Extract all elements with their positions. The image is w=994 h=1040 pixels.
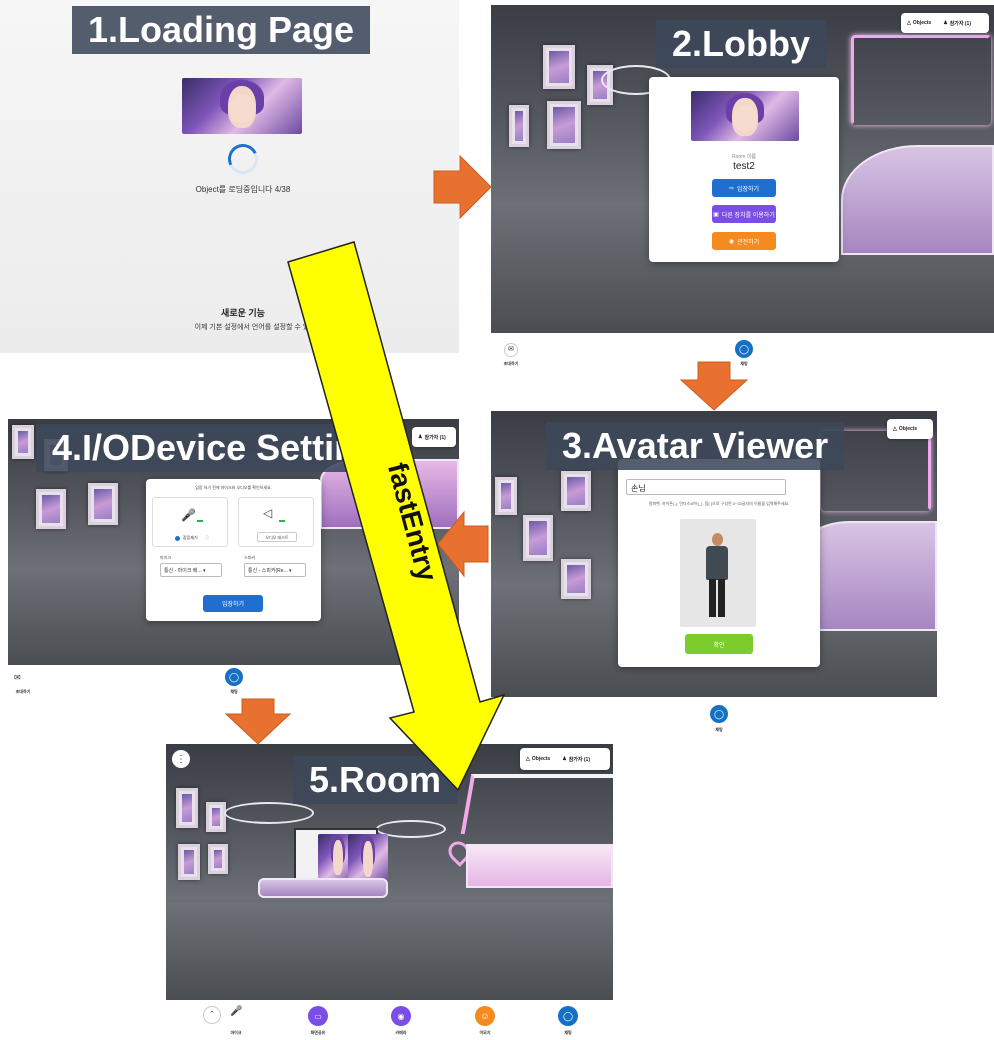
chat-label: 채팅 [740, 361, 748, 366]
lobby-avatar-image [691, 91, 799, 141]
room-objects-button[interactable]: △ Objects [520, 756, 556, 762]
lobby-other-device-button[interactable]: ▣ 다른 장치를 이용하기 [712, 205, 776, 223]
chat-icon[interactable]: ◯ [735, 340, 753, 358]
screen-share-icon[interactable]: ▭ [308, 1006, 328, 1026]
audio-test-button[interactable]: 오디오 테스트 [257, 532, 297, 542]
toolbar-share-label: 화면공유 [310, 1030, 326, 1035]
eye-icon: ◉ [728, 238, 735, 245]
noise-label: 잡음제거 [183, 535, 198, 540]
flow-diagram: Object를 로딩중입니다 4/38 새로운 기능 이제 기본 설정에서 언어… [0, 0, 994, 1040]
toolbar-emoji-label: 이모지 [479, 1030, 491, 1035]
new-feature-link[interactable]: 알아 [333, 324, 346, 331]
step-label-io: 4.I/ODevice Setting [36, 424, 348, 472]
room-ceiling-ring [224, 802, 314, 824]
avatar-chat-label: 채팅 [715, 727, 723, 732]
io-top-bar: ♟ 참가자 (1) [412, 427, 456, 447]
io-mic-box: 🎤 잡음제거 ⓘ [152, 497, 228, 547]
device-icon: ▣ [713, 211, 719, 218]
io-invite-icon[interactable]: ✉ [14, 673, 21, 682]
avatar-objects-button[interactable]: △ Objects [887, 426, 923, 432]
speaker-select[interactable]: 통신 - 스피커(Re... ▾ [244, 563, 306, 577]
mic-select[interactable]: 통신 - 마이크 배... ▾ [160, 563, 222, 577]
enter-icon: ⇨ [728, 185, 734, 192]
lobby-participants-button[interactable]: ♟ 참가자 (1) [937, 20, 977, 27]
avatar-modal: 손님 알파벳, 하이픈(-), 언더스코어(_), 점(.)으로 구성된 3~3… [618, 459, 820, 667]
lobby-modal: Room 이름 test2 ⇨ 입장하기 ▣ 다른 장치를 이용하기 ◉ 관전하기 [649, 77, 839, 262]
avatar-chat-icon[interactable]: ◯ [710, 705, 728, 723]
room-neon-arches [460, 774, 613, 834]
avatar-confirm-button[interactable]: 확인 [685, 634, 753, 654]
avatar-top-bar: △ Objects [887, 419, 933, 439]
toolbar-camera-label: 카메라 [395, 1030, 407, 1035]
step-label-room: 5.Room [293, 756, 458, 804]
emoji-icon[interactable]: ☺ [475, 1006, 495, 1026]
lobby-room-name: test2 [733, 161, 755, 172]
mic-muted-toolbar-icon[interactable]: 🎤 [230, 1006, 242, 1017]
speaker-icon[interactable]: ◁ [263, 506, 272, 520]
noise-info-icon: ⓘ [205, 535, 209, 540]
speaker-select-label: 스피커 [244, 555, 256, 560]
avatar-bottom-bar: ◯ 채팅 [491, 697, 937, 737]
room-menu-icon[interactable]: ⋮ [172, 750, 190, 768]
io-chat-icon[interactable]: ◯ [225, 668, 243, 686]
room-participants-button[interactable]: ♟ 참가자 (1) [556, 756, 596, 763]
mic-level-bar [197, 520, 203, 522]
step-label-lobby: 2.Lobby [656, 20, 827, 68]
loading-avatar-image [182, 78, 302, 134]
new-feature-text: 이제 기본 설정에서 언어를 설정할 수 있습니다. 알아 [120, 322, 420, 332]
mic-select-value: 통신 - 마이크 배... [164, 568, 202, 574]
mic-muted-icon[interactable]: 🎤 [181, 508, 196, 522]
room-stage-banner [348, 834, 388, 882]
speaker-select-value: 통신 - 스피커(Re... [248, 568, 288, 574]
room-top-bar: △ Objects ♟ 참가자 (1) [520, 748, 610, 770]
lobby-spectate-button[interactable]: ◉ 관전하기 [712, 232, 776, 250]
invite-icon[interactable]: ✉ [504, 343, 518, 357]
room-chat-icon[interactable]: ◯ [558, 1006, 578, 1026]
new-feature-description: 이제 기본 설정에서 언어를 설정할 수 있습니다. [194, 324, 331, 331]
io-participants-button[interactable]: ♟ 참가자 (1) [412, 434, 452, 441]
avatar-name-input[interactable]: 손님 [626, 479, 786, 495]
camera-icon[interactable]: ◉ [391, 1006, 411, 1026]
lobby-room-caption: Room 이름 [732, 154, 756, 160]
io-invite-label: 초대하기 [15, 689, 31, 694]
invite-label: 초대하기 [503, 361, 519, 366]
toolbar-expand-icon[interactable]: ⌃ [203, 1006, 221, 1024]
io-modal: 입장 하기 전에 마이크와 오디오를 확인하세요. 🎤 잡음제거 ⓘ ◁ 오디오… [146, 479, 321, 621]
avatar-helper-text: 알파벳, 하이픈(-), 언더스코어(_), 점(.)으로 구성된 3~32글자… [648, 501, 790, 506]
lobby-enter-button[interactable]: ⇨ 입장하기 [712, 179, 776, 197]
avatar-preview [680, 519, 756, 627]
new-feature-title: 새로운 기능 [221, 308, 265, 318]
speaker-level-bar [279, 520, 285, 522]
lobby-bottom-bar: ✉ 초대하기 ◯ 채팅 [491, 333, 994, 373]
toolbar-mic-label: 마이크 [230, 1030, 242, 1035]
mic-select-label: 마이크 [160, 555, 172, 560]
loading-spinner-icon [223, 139, 263, 179]
loading-status-text: Object를 로딩중입니다 4/38 [195, 185, 291, 194]
io-speaker-box: ◁ 오디오 테스트 [238, 497, 314, 547]
io-bottom-bar: ✉ 초대하기 ◯ 채팅 [8, 665, 459, 705]
toolbar-chat-label: 채팅 [564, 1030, 572, 1035]
io-enter-button[interactable]: 입장하기 [203, 595, 263, 612]
step-label-avatar: 3.Avatar Viewer [546, 422, 845, 470]
lobby-top-bar: △ Objects ♟ 참가자 (1) [901, 13, 989, 33]
noise-toggle-icon[interactable] [175, 536, 180, 541]
io-modal-title: 입장 하기 전에 마이크와 오디오를 확인하세요. [195, 485, 272, 490]
room-toolbar: ⌃ 🎤 마이크 ▭ 화면공유 ◉ 카메라 ☺ 이모지 ◯ 채팅 [166, 1000, 613, 1040]
lobby-objects-button[interactable]: △ Objects [901, 20, 937, 26]
step-label-loading: 1.Loading Page [72, 6, 371, 54]
io-chat-label: 채팅 [230, 689, 238, 694]
arrow-io-to-room [224, 698, 292, 745]
